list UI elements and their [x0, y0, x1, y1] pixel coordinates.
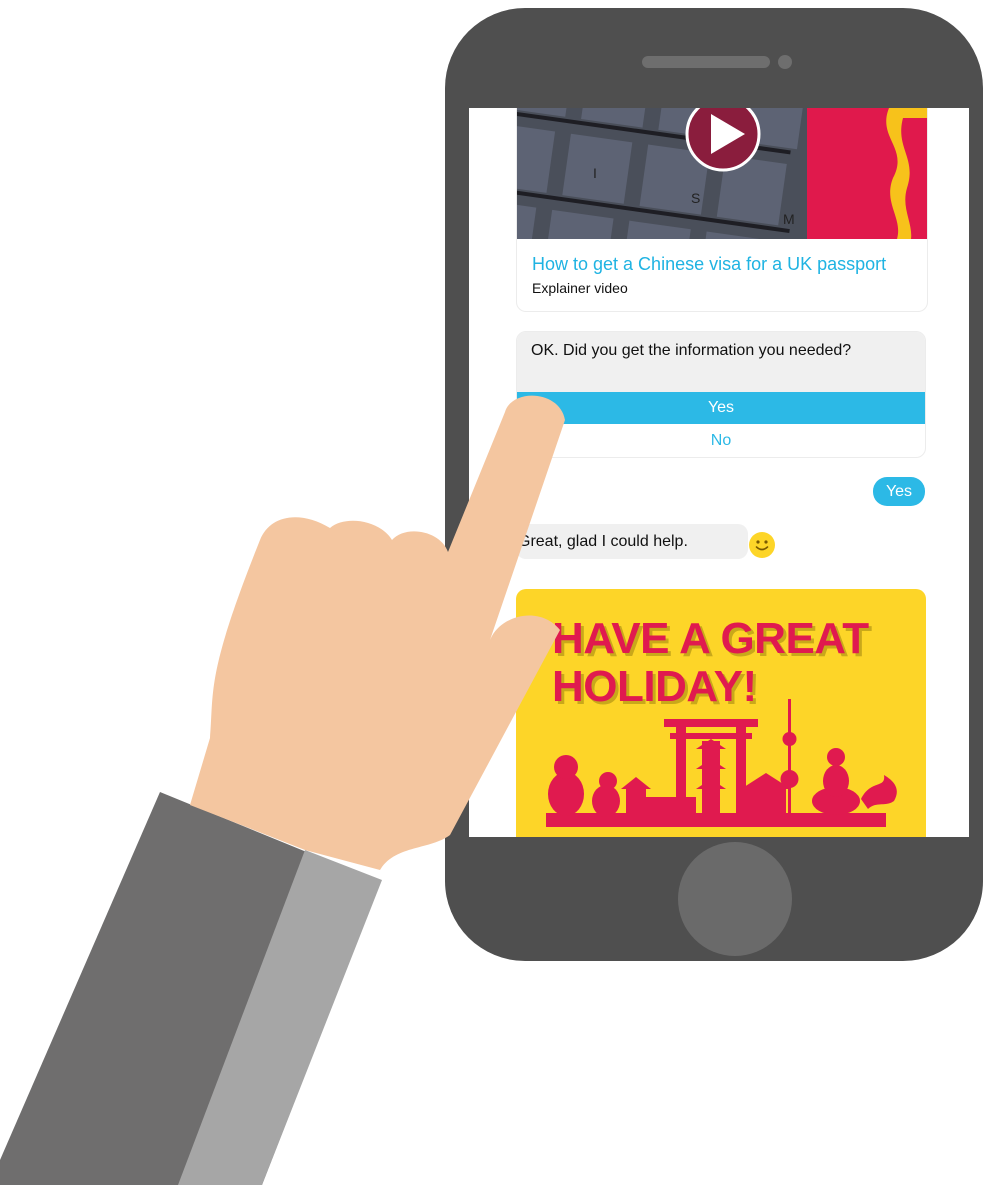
smiley-icon — [749, 532, 775, 558]
holiday-banner: HAVE A GREAT HOLIDAY! — [516, 589, 926, 837]
thumbnail-key-s: S — [691, 190, 700, 206]
video-card[interactable]: I S M How to get a Chinese visa for a UK… — [516, 108, 928, 312]
phone-speaker — [642, 56, 770, 68]
phone-camera — [778, 55, 792, 69]
thumbnail-key-i: I — [593, 165, 597, 181]
option-yes-button[interactable]: Yes — [517, 392, 925, 424]
user-reply-bubble: Yes — [873, 477, 925, 506]
question-text: OK. Did you get the information you need… — [517, 332, 925, 392]
option-no-button[interactable]: No — [517, 424, 925, 457]
question-bubble: OK. Did you get the information you need… — [516, 331, 926, 458]
china-skyline-illustration — [546, 699, 897, 827]
video-subtitle: Explainer video — [532, 280, 628, 296]
bot-reply-text: Great, glad I could help. — [518, 533, 688, 550]
thumbnail-key-m: M — [783, 211, 795, 227]
home-button[interactable] — [678, 842, 792, 956]
video-title-link[interactable]: How to get a Chinese visa for a UK passp… — [532, 254, 886, 275]
play-icon[interactable] — [685, 108, 761, 172]
bot-reply-bubble: Great, glad I could help. — [516, 524, 775, 559]
video-thumbnail[interactable]: I S M — [517, 108, 927, 239]
holiday-title-line1: HAVE A GREAT — [552, 614, 869, 663]
chat-screen: I S M How to get a Chinese visa for a UK… — [469, 108, 969, 837]
